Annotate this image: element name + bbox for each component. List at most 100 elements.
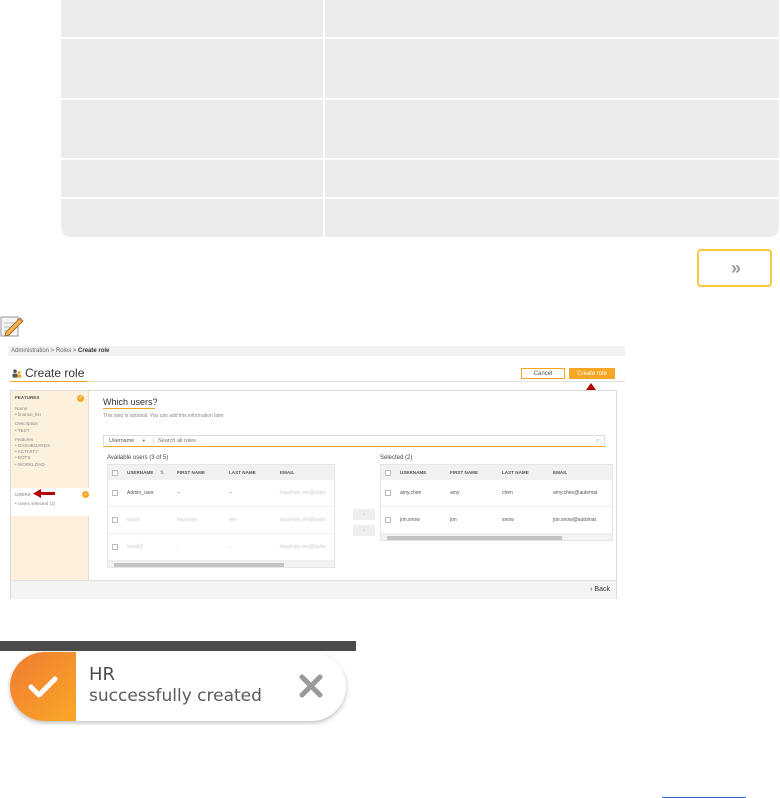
breadcrumb-item[interactable]: Roles [56, 348, 71, 354]
title-underline [10, 381, 625, 382]
available-users-table: USERNAME ⇅ FIRST NAME LAST NAME EMAIL Ad… [107, 464, 335, 568]
check-icon: ✓ [77, 395, 84, 402]
select-all-checkbox[interactable] [385, 469, 391, 476]
top-table [61, 0, 779, 237]
wizard-panel: FEATURES ✓ Name • finance_list Descripti… [10, 390, 617, 599]
horizontal-scrollbar[interactable] [108, 561, 334, 567]
search-field-select[interactable]: Username ▼ [104, 438, 154, 444]
remove-user-button[interactable]: ‹ [353, 525, 375, 536]
table-row[interactable]: kaush kaushani sen kaushani.sen@autom [108, 507, 334, 534]
search-icon[interactable]: ⌕ [596, 438, 604, 445]
cell-first-name: -- [177, 490, 181, 496]
table-row[interactable]: jon.snow jon snow jon.snow@automat [381, 507, 612, 534]
cell-username: amy.chen [400, 490, 422, 496]
selected-users-table: USERNAME FIRST NAME LAST NAME EMAIL amy.… [380, 464, 613, 541]
cell-username: Admin_user [127, 490, 154, 496]
cell-username: jon.snow [400, 517, 420, 523]
cell-email: kaushani.sen@autom [280, 490, 326, 496]
table-row [61, 100, 779, 160]
user-search-bar: Username ▼ ⌕ [103, 435, 605, 447]
column-header[interactable]: EMAIL [550, 470, 604, 475]
table-row [61, 39, 779, 100]
toast-area: HR successfully created [0, 641, 356, 725]
page: » Administration > Roles > Create role C… [0, 0, 780, 798]
column-header[interactable]: USERNAME [397, 470, 447, 475]
table-row [61, 160, 779, 199]
check-icon [28, 676, 58, 697]
scrollbar-thumb[interactable] [387, 536, 562, 540]
cell-username: kaush2 [127, 544, 144, 550]
search-input[interactable] [154, 438, 596, 444]
available-users-label: Available users (3 of 5) [107, 455, 169, 461]
table-row[interactable]: Admin_user -- -- kaushani.sen@autom [108, 480, 334, 507]
select-all-checkbox[interactable] [112, 469, 118, 476]
row-checkbox[interactable] [112, 544, 118, 550]
step-label: FEATURES [15, 395, 40, 401]
column-header[interactable]: LAST NAME [226, 470, 277, 475]
wizard-steps-sidebar: FEATURES ✓ Name • finance_list Descripti… [11, 391, 89, 580]
cell-last-name: -- [229, 544, 233, 550]
check-icon: ✓ [82, 491, 89, 498]
cell-first-name: jon [450, 517, 457, 523]
selected-users-label: Selected (2) [380, 455, 413, 461]
table-row[interactable]: amy.chen amy chen amy.chen@automat [381, 480, 612, 507]
cell-last-name: sen [229, 517, 238, 523]
cell-username: kaush [127, 517, 141, 523]
table-header: USERNAME ⇅ FIRST NAME LAST NAME EMAIL [108, 465, 334, 480]
step-features[interactable]: FEATURES ✓ Name • finance_list Descripti… [15, 395, 84, 468]
user-group-icon [12, 368, 22, 378]
toast-title: HR [89, 664, 116, 685]
page-title-text: Create role [25, 366, 85, 380]
column-header[interactable]: EMAIL [277, 470, 326, 475]
section-subtitle: This step is optional. You can add this … [103, 413, 224, 419]
close-icon[interactable] [298, 673, 324, 699]
column-header[interactable]: LAST NAME [499, 470, 550, 475]
cell-first-name: kaushani [177, 517, 198, 523]
cancel-button[interactable]: Cancel [521, 368, 565, 379]
table-row[interactable]: kaush2 -- -- kaushani.sen@autom [108, 534, 334, 561]
cell-last-name: chen [502, 490, 513, 496]
column-header[interactable]: FIRST NAME [174, 470, 226, 475]
row-checkbox[interactable] [112, 490, 118, 496]
section-title: Which users? [103, 397, 158, 407]
table-header: USERNAME FIRST NAME LAST NAME EMAIL [381, 465, 612, 480]
toast-text: HR successfully created [89, 664, 262, 706]
step-label: USERS [15, 492, 31, 497]
horizontal-scrollbar[interactable] [381, 534, 612, 540]
row-checkbox[interactable] [112, 517, 118, 523]
success-toast: HR successfully created [10, 652, 346, 721]
annotation-arrow-left-icon [33, 489, 55, 498]
section-underline [103, 408, 155, 409]
row-checkbox[interactable] [385, 517, 391, 523]
breadcrumb: Administration > Roles > Create role [8, 346, 625, 356]
row-checkbox[interactable] [385, 490, 391, 496]
scrollbar-thumb[interactable] [114, 563, 284, 567]
cell-first-name: -- [177, 544, 181, 550]
column-header[interactable]: FIRST NAME [447, 470, 499, 475]
cell-email: amy.chen@automat [553, 490, 598, 496]
column-header[interactable]: USERNAME [124, 470, 160, 475]
create-role-button[interactable]: Create role [569, 368, 615, 379]
note-pencil-icon [0, 316, 24, 337]
back-button[interactable]: ‹ Back [590, 586, 610, 593]
toast-status-panel [10, 652, 76, 721]
embedded-screenshot: Administration > Roles > Create role Cre… [8, 346, 625, 601]
wizard-footer: ‹ Back [11, 580, 616, 599]
add-user-button[interactable]: › [353, 509, 375, 520]
next-button[interactable]: » [697, 249, 772, 287]
page-title: Create role [12, 366, 84, 380]
toast-message: successfully created [89, 686, 262, 706]
cell-last-name: snow [502, 517, 514, 523]
cell-last-name: -- [229, 490, 233, 496]
column-divider [323, 0, 325, 237]
cell-email: jon.snow@automat [553, 517, 596, 523]
breadcrumb-current: Create role [78, 348, 110, 354]
sort-icon[interactable]: ⇅ [160, 470, 174, 476]
cell-email: kaushani.sen@autom [280, 544, 326, 550]
step-field-value: • Users selected (2) [15, 501, 56, 506]
cell-email: kaushani.sen@autom [280, 517, 326, 523]
cell-first-name: amy [450, 490, 460, 496]
search-field-select-value: Username [109, 438, 135, 444]
chevron-down-icon: ▼ [141, 438, 146, 443]
breadcrumb-item[interactable]: Administration [11, 348, 49, 354]
